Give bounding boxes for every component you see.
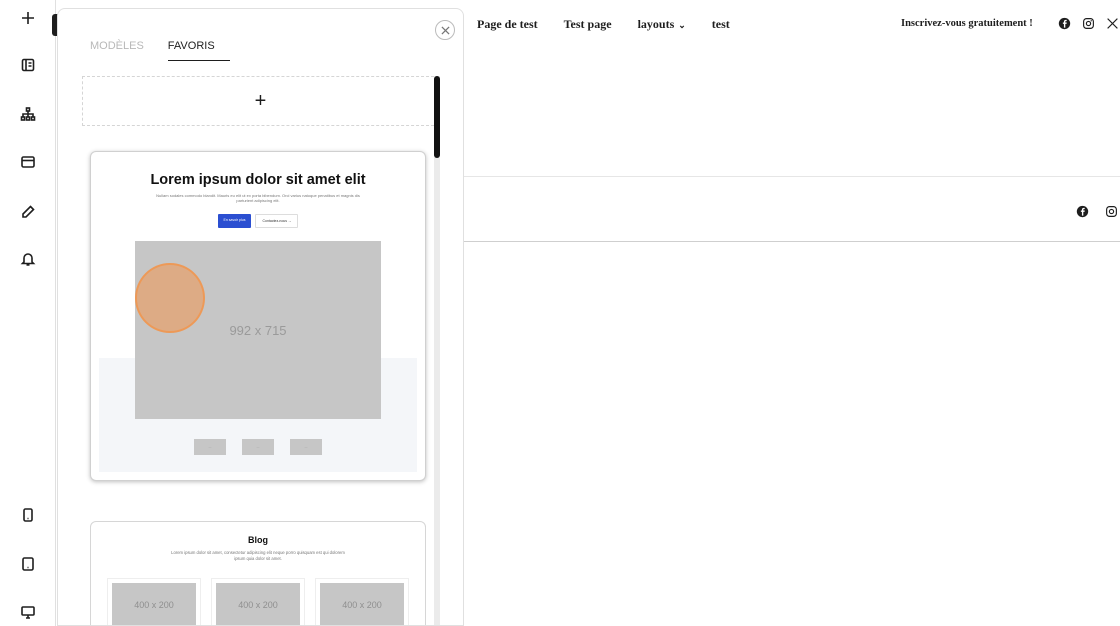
image-placeholder: 400 x 200 (216, 583, 300, 625)
add-favorite-button[interactable]: + (82, 76, 439, 126)
image-placeholder: 400 x 200 (320, 583, 404, 625)
desktop-preview-button[interactable] (14, 598, 42, 626)
blog-post-card: 400 x 200 (211, 578, 305, 625)
pattern-description: Lorem ipsum dolor sit amet, consectetur … (171, 550, 345, 561)
nav-item-test[interactable]: test (712, 17, 730, 32)
tablet-preview-button[interactable] (14, 550, 42, 578)
pattern-buttons: En savoir plus Contactez-nous → (91, 214, 425, 228)
pattern-title: Blog (248, 535, 268, 545)
desktop-icon (21, 606, 35, 619)
chevron-down-icon: ⌄ (678, 20, 686, 30)
nav-item-test-page[interactable]: Test page (564, 17, 612, 32)
instagram-icon[interactable] (1081, 16, 1095, 30)
scrollbar-thumb[interactable] (434, 76, 440, 158)
nav-item-layouts-label: layouts (637, 17, 675, 31)
bell-icon (20, 253, 36, 266)
pattern-secondary-button: Contactez-nous → (255, 214, 299, 228)
tab-modeles[interactable]: MODÈLES (90, 40, 148, 61)
facebook-icon[interactable] (1057, 16, 1071, 30)
mobile-preview-button[interactable] (14, 501, 42, 529)
scrollbar-track[interactable] (434, 76, 440, 625)
pattern-inserter-panel: MODÈLES FAVORIS + Lorem ipsum dolor sit … (57, 8, 464, 626)
pattern-image-grid: 400 x 200 400 x 200 400 x 200 (107, 578, 409, 625)
inserter-tabs: MODÈLES FAVORIS (90, 40, 230, 61)
sitemap-icon (20, 107, 36, 121)
footer-divider (464, 241, 1120, 242)
layout-button[interactable] (14, 148, 42, 176)
pattern-description: Nullam sodales commodo blandit. Mauris e… (156, 193, 360, 203)
social-links (1057, 16, 1119, 30)
pattern-thumbnail: --- (194, 439, 226, 455)
list-view-button[interactable] (14, 51, 42, 79)
pattern-thumbnail: --- (242, 439, 274, 455)
site-preview: Page de test Test page layouts ⌄ test Ins… (464, 0, 1120, 626)
tablet-icon (22, 557, 34, 571)
pattern-primary-button: En savoir plus (217, 214, 252, 228)
close-panel-button[interactable] (435, 20, 455, 40)
brush-icon (22, 205, 35, 218)
pattern-thumbnails: --- --- --- (91, 439, 425, 455)
editor-toolbar (0, 0, 56, 626)
pattern-title: Lorem ipsum dolor sit amet elit (150, 172, 366, 188)
nav-item-page-de-test[interactable]: Page de test (477, 17, 538, 32)
pattern-card-blog[interactable]: Blog Lorem ipsum dolor sit amet, consect… (90, 521, 426, 625)
site-navigation: Page de test Test page layouts ⌄ test (477, 17, 730, 32)
plus-icon (22, 12, 34, 24)
instagram-icon[interactable] (1105, 205, 1118, 223)
styles-button[interactable] (14, 198, 42, 226)
signup-link[interactable]: Inscrivez-vous gratuitement ! (901, 18, 1033, 29)
pattern-thumbnail: --- (290, 439, 322, 455)
layout-icon (21, 156, 35, 168)
header-divider (464, 176, 1120, 177)
footer-social-links (1076, 205, 1118, 223)
blog-post-card: 400 x 200 (315, 578, 409, 625)
notifications-button[interactable] (14, 245, 42, 273)
nav-item-layouts[interactable]: layouts ⌄ (638, 17, 686, 32)
blog-post-card: 400 x 200 (107, 578, 201, 625)
x-icon[interactable] (1105, 16, 1119, 30)
tab-favoris[interactable]: FAVORIS (167, 40, 230, 61)
image-placeholder: 400 x 200 (112, 583, 196, 625)
add-block-button[interactable] (14, 4, 42, 32)
list-view-icon (21, 58, 35, 72)
sitemap-button[interactable] (14, 100, 42, 128)
click-indicator (135, 263, 205, 333)
close-icon (440, 25, 450, 35)
mobile-icon (23, 508, 33, 522)
facebook-icon[interactable] (1076, 205, 1089, 223)
